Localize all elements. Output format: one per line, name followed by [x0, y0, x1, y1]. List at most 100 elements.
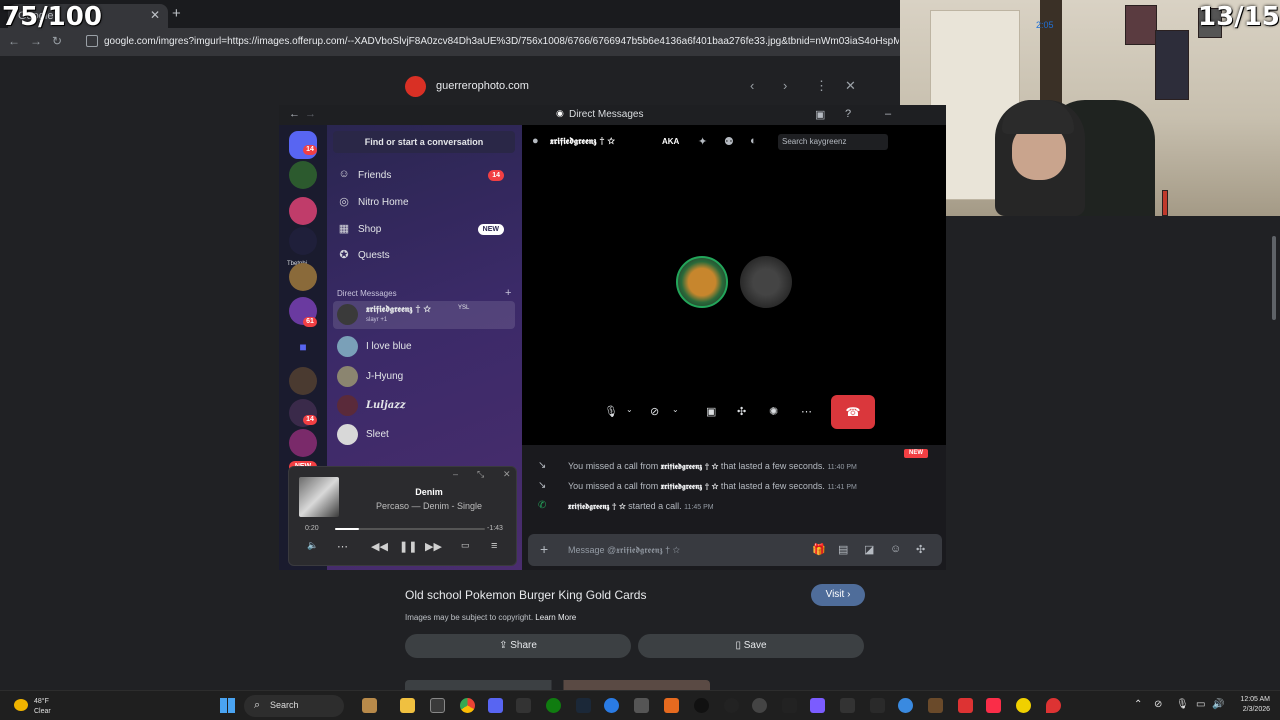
message-composer[interactable]: + Message @𝖝𝖗𝖎𝖋𝖎𝖊𝖉𝖌𝖗𝖊𝖊𝖓𝖟 † ☆ 🎁 ▤ ◪ ☺ ✣	[528, 534, 942, 566]
player-minimize-icon[interactable]: –	[453, 469, 458, 479]
browser-icon[interactable]	[604, 698, 619, 713]
msg-user[interactable]: 𝖝𝖗𝖎𝖋𝖎𝖊𝖉𝖌𝖗𝖊𝖊𝖓𝖟 † ☆	[568, 501, 626, 511]
music-icon[interactable]	[986, 698, 1001, 713]
dm-item[interactable]: 𝖝𝖗𝖎𝖋𝖎𝖊𝖉𝖌𝖗𝖊𝖊𝖓𝖟 † ☆ YSL slayr +1	[333, 301, 515, 329]
server-icon[interactable]	[289, 263, 317, 291]
more-icon[interactable]: ⋯	[337, 540, 348, 553]
address-bar[interactable]: google.com/imgres?imgurl=https://images.…	[104, 36, 899, 47]
next-icon[interactable]: ›	[783, 78, 787, 93]
app-icon[interactable]	[810, 698, 825, 713]
dm-item[interactable]: I love blue	[333, 333, 515, 361]
new-tab-button[interactable]: +	[172, 5, 181, 22]
gift-icon[interactable]: 🎁	[812, 543, 826, 556]
soundboard-icon[interactable]: ✺	[769, 405, 778, 418]
nav-friends[interactable]: ☺ Friends 14	[337, 165, 512, 187]
end-call-button[interactable]: ☎	[831, 395, 875, 429]
server-icon[interactable]	[289, 227, 317, 255]
aka-label[interactable]: AKA	[662, 137, 679, 146]
tray-overflow-icon[interactable]: ⌃	[1134, 699, 1142, 710]
mic-icon[interactable]: 🎙	[604, 405, 618, 418]
forward-icon[interactable]: →	[305, 108, 316, 120]
more-options-icon[interactable]: ⋯	[801, 405, 812, 418]
close-viewer-icon[interactable]: ✕	[845, 78, 856, 94]
app-icon[interactable]	[752, 698, 767, 713]
volume-icon[interactable]: 🔈	[307, 540, 318, 551]
server-icon[interactable]	[289, 367, 317, 395]
related-thumbnails[interactable]	[405, 680, 710, 690]
dm-header-name[interactable]: 𝖝𝖗𝖎𝖋𝖎𝖊𝖉𝖌𝖗𝖊𝖊𝖓𝖟 † ☆	[550, 137, 615, 147]
tray-app-icon[interactable]: ⊘	[1154, 699, 1162, 710]
mic-options-icon[interactable]: ⌄	[626, 405, 633, 414]
player-expand-icon[interactable]: ⤡	[477, 469, 484, 480]
call-participant-avatar[interactable]	[676, 256, 728, 308]
sticker-icon[interactable]: ◪	[864, 543, 874, 556]
prev-icon[interactable]: ‹	[750, 78, 754, 93]
app-icon[interactable]	[782, 698, 797, 713]
help-icon[interactable]: ?	[845, 108, 851, 120]
folder-icon[interactable]: ■	[289, 333, 317, 361]
more-icon[interactable]: ⋮	[815, 78, 828, 94]
emoji-icon[interactable]: ☺	[890, 543, 901, 555]
chrome-icon[interactable]	[460, 698, 475, 713]
dm-item[interactable]: J-Hyung	[333, 363, 515, 391]
server-icon[interactable]	[289, 197, 317, 225]
discord-icon[interactable]	[488, 698, 503, 713]
app-icon[interactable]	[958, 698, 973, 713]
tray-mic-icon[interactable]: 🎙	[1176, 699, 1189, 710]
app-icon[interactable]	[694, 698, 709, 713]
player-close-icon[interactable]: ✕	[503, 469, 511, 480]
forward-icon[interactable]: ▶▶	[425, 540, 442, 553]
server-icon[interactable]	[289, 429, 317, 457]
profile-icon[interactable]: ◐	[750, 135, 757, 147]
activities-icon[interactable]: ✣	[737, 405, 746, 418]
minimize-icon[interactable]: –	[885, 108, 891, 120]
dm-item[interactable]: Luljazz	[333, 392, 515, 420]
app-icon[interactable]	[634, 698, 649, 713]
nav-nitro-home[interactable]: ◎ Nitro Home	[337, 192, 512, 214]
file-explorer-icon[interactable]	[400, 698, 415, 713]
scroll-thumb[interactable]	[1272, 236, 1276, 320]
screenshare-icon[interactable]: ▣	[706, 405, 716, 418]
attach-icon[interactable]: +	[540, 541, 548, 557]
nav-quests[interactable]: ✪ Quests	[337, 245, 512, 267]
rewind-icon[interactable]: ◀◀	[371, 540, 388, 553]
queue-icon[interactable]: ≡	[491, 540, 497, 552]
store-icon[interactable]	[430, 698, 445, 713]
create-dm-icon[interactable]: +	[505, 287, 511, 299]
message-input[interactable]: Message @𝖝𝖗𝖎𝖋𝖎𝖊𝖉𝖌𝖗𝖊𝖊𝖓𝖟 † ☆	[568, 545, 680, 556]
app-icon[interactable]	[870, 698, 885, 713]
nav-shop[interactable]: ▦ Shop NEW	[337, 219, 512, 241]
xbox-icon[interactable]	[546, 698, 561, 713]
site-info-icon[interactable]	[86, 35, 98, 47]
call-participant-avatar[interactable]	[740, 256, 792, 308]
visit-button[interactable]: Visit ›	[811, 584, 865, 606]
widget-icon[interactable]	[362, 698, 377, 713]
save-button[interactable]: ▯ Save	[638, 634, 864, 658]
pause-icon[interactable]: ❚❚	[399, 540, 417, 553]
camera-options-icon[interactable]: ⌄	[672, 405, 679, 414]
tray-volume-icon[interactable]: 🔊	[1212, 699, 1224, 710]
start-button[interactable]	[220, 698, 235, 713]
viewer-site-name[interactable]: guerrerophoto.com	[436, 80, 529, 92]
msg-user[interactable]: 𝖝𝖗𝖎𝖋𝖎𝖊𝖉𝖌𝖗𝖊𝖊𝖓𝖟 † ☆	[661, 481, 719, 491]
apps-icon[interactable]: ✣	[916, 543, 925, 556]
album-art[interactable]	[299, 477, 339, 517]
find-conversation-button[interactable]: Find or start a conversation	[333, 131, 515, 153]
add-friend-icon[interactable]: ⚉	[724, 135, 734, 148]
steam-icon[interactable]	[576, 698, 591, 713]
msg-user[interactable]: 𝖝𝖗𝖎𝖋𝖎𝖊𝖉𝖌𝖗𝖊𝖊𝖓𝖟 † ☆	[661, 461, 719, 471]
app-icon[interactable]	[664, 698, 679, 713]
image-caption[interactable]: Old school Pokemon Burger King Gold Card…	[405, 588, 646, 602]
lyrics-icon[interactable]: ▭	[461, 540, 470, 551]
maps-icon[interactable]	[1046, 698, 1061, 713]
progress-slider[interactable]	[335, 528, 485, 530]
page-scrollbar[interactable]	[1270, 216, 1278, 686]
inbox-icon[interactable]: ▣	[815, 108, 825, 121]
dm-item[interactable]: Sleet	[333, 421, 515, 449]
search-input[interactable]: Search kaygreenz	[778, 134, 888, 150]
app-icon[interactable]	[840, 698, 855, 713]
app-icon[interactable]	[1016, 698, 1031, 713]
camera-off-icon[interactable]: ⊘	[650, 405, 659, 418]
nav-buttons[interactable]: ←→↻	[8, 34, 72, 48]
tab-close-icon[interactable]: ✕	[150, 8, 160, 22]
